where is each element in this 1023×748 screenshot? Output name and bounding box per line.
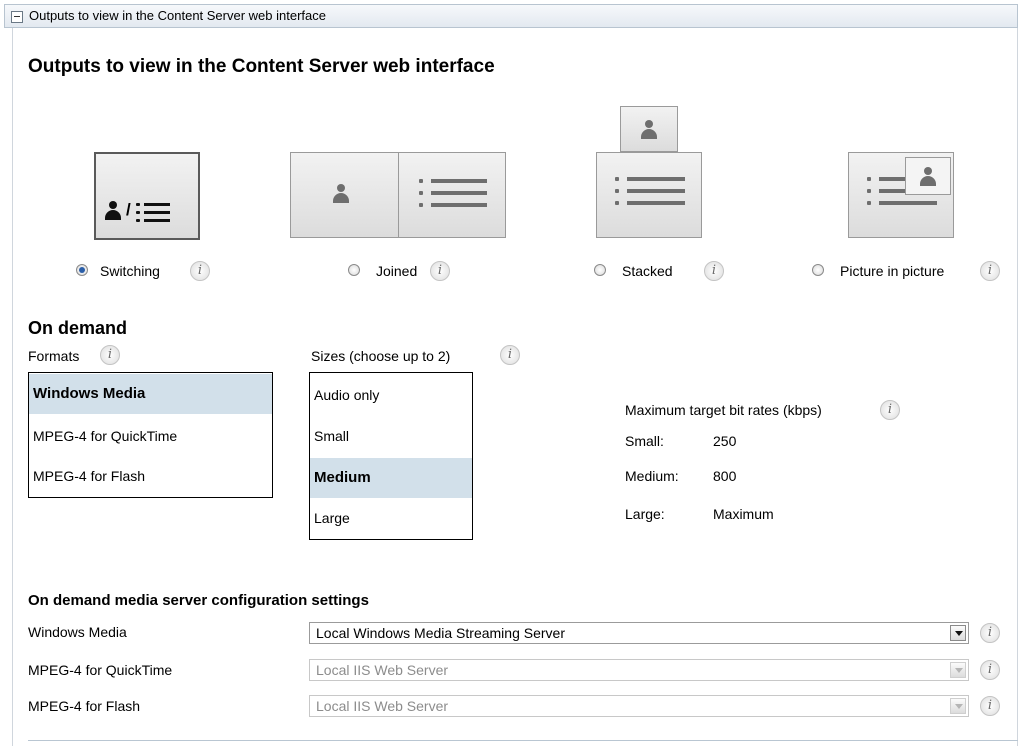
- info-icon[interactable]: i: [100, 345, 120, 365]
- info-icon[interactable]: i: [190, 261, 210, 281]
- stacked-presenter-thumbnail[interactable]: [620, 106, 678, 152]
- info-icon[interactable]: i: [980, 623, 1000, 643]
- collapse-icon[interactable]: [11, 11, 23, 23]
- bitrate-large-value: Maximum: [713, 506, 774, 522]
- chevron-down-icon[interactable]: [950, 662, 966, 678]
- joined-layout-thumbnail[interactable]: [290, 152, 506, 238]
- section-header-label: Outputs to view in the Content Server we…: [29, 8, 326, 23]
- info-icon[interactable]: i: [430, 261, 450, 281]
- info-icon[interactable]: i: [980, 660, 1000, 680]
- sizes-label: Sizes (choose up to 2): [311, 348, 451, 364]
- pip-radio[interactable]: [812, 264, 824, 276]
- slides-icon: [136, 202, 172, 224]
- format-option-windows-media[interactable]: Windows Media: [29, 374, 272, 414]
- page-title: Outputs to view in the Content Server we…: [28, 56, 495, 77]
- presenter-icon: [332, 183, 350, 205]
- bottom-divider: [28, 740, 1018, 741]
- info-icon[interactable]: i: [880, 400, 900, 420]
- bitrates-label: Maximum target bit rates (kbps): [625, 402, 822, 418]
- joined-label: Joined: [376, 263, 418, 279]
- windows-media-server-select[interactable]: Local Windows Media Streaming Server: [309, 622, 969, 644]
- section-header-bar[interactable]: Outputs to view in the Content Server we…: [4, 4, 1018, 28]
- info-icon[interactable]: i: [500, 345, 520, 365]
- pip-label: Picture in picture: [840, 263, 945, 279]
- switching-radio[interactable]: [76, 264, 88, 276]
- bitrate-medium-value: 800: [713, 468, 737, 484]
- chevron-down-icon[interactable]: [950, 698, 966, 714]
- sizes-listbox[interactable]: Audio only Small Medium Large: [309, 372, 473, 540]
- select-value: Local IIS Web Server: [316, 698, 449, 714]
- bitrate-small-label: Small:: [625, 433, 664, 449]
- slides-icon: [615, 177, 687, 207]
- chevron-down-icon[interactable]: [950, 625, 966, 641]
- format-option-flash[interactable]: MPEG-4 for Flash: [29, 456, 272, 496]
- joined-divider: [398, 153, 399, 237]
- media-server-heading: On demand media server configuration set…: [28, 592, 369, 609]
- switching-label: Switching: [100, 263, 160, 279]
- slides-icon: [419, 179, 489, 209]
- format-option-quicktime[interactable]: MPEG-4 for QuickTime: [29, 416, 272, 456]
- presenter-icon: [640, 119, 658, 141]
- bitrate-large-label: Large:: [625, 506, 665, 522]
- select-value: Local Windows Media Streaming Server: [316, 625, 565, 641]
- presenter-icon: [919, 166, 937, 188]
- stacked-label: Stacked: [622, 263, 673, 279]
- switching-layout-thumbnail[interactable]: /: [94, 152, 200, 240]
- on-demand-heading: On demand: [28, 318, 128, 338]
- size-option-large[interactable]: Large: [310, 498, 472, 538]
- info-icon[interactable]: i: [980, 261, 1000, 281]
- bitrate-medium-label: Medium:: [625, 468, 679, 484]
- formats-label: Formats: [28, 348, 80, 364]
- presenter-icon: [104, 200, 122, 222]
- stacked-layout-thumbnail[interactable]: [596, 152, 702, 238]
- formats-listbox[interactable]: Windows Media MPEG-4 for QuickTime MPEG-…: [28, 372, 273, 498]
- pip-layout-thumbnail[interactable]: [848, 152, 954, 238]
- bitrate-small-value: 250: [713, 433, 737, 449]
- size-option-small[interactable]: Small: [310, 416, 472, 456]
- size-option-medium[interactable]: Medium: [310, 458, 472, 498]
- quicktime-server-select[interactable]: Local IIS Web Server: [309, 659, 969, 681]
- pip-inset: [905, 157, 951, 195]
- media-server-label-quicktime: MPEG-4 for QuickTime: [28, 662, 173, 678]
- media-server-label-windows-media: Windows Media: [28, 624, 127, 640]
- joined-radio[interactable]: [348, 264, 360, 276]
- switch-slash: /: [126, 200, 131, 219]
- stacked-radio[interactable]: [594, 264, 606, 276]
- media-server-label-flash: MPEG-4 for Flash: [28, 698, 141, 714]
- flash-server-select[interactable]: Local IIS Web Server: [309, 695, 969, 717]
- info-icon[interactable]: i: [704, 261, 724, 281]
- size-option-audio-only[interactable]: Audio only: [310, 375, 472, 415]
- select-value: Local IIS Web Server: [316, 662, 449, 678]
- info-icon[interactable]: i: [980, 696, 1000, 716]
